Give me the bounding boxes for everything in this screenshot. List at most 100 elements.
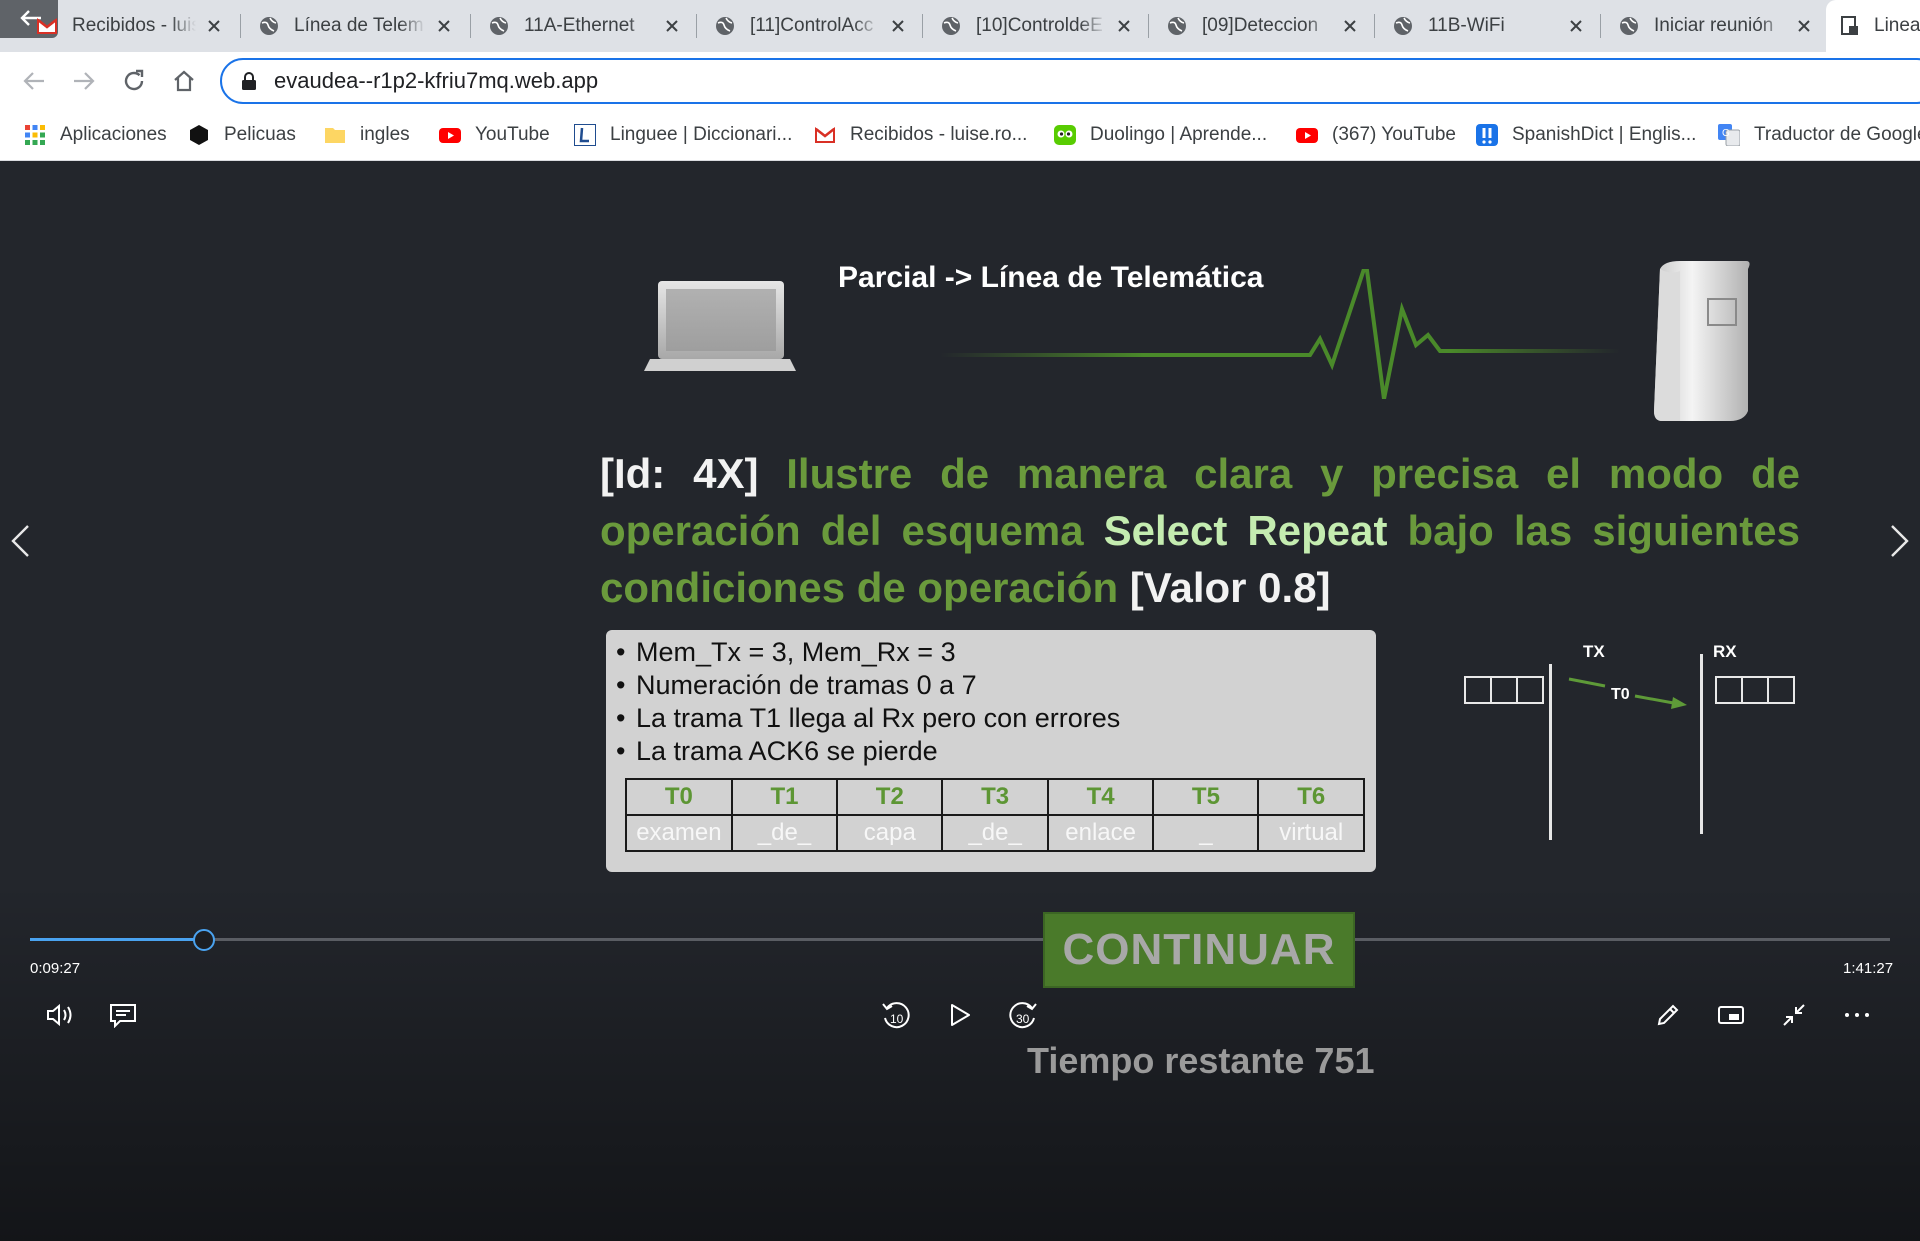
- lock-icon[interactable]: [240, 71, 258, 91]
- forward-button[interactable]: [66, 63, 102, 99]
- tab-control-acceso[interactable]: [11]ControlAcc: [702, 0, 920, 52]
- rewind-10-icon: 10: [882, 1002, 910, 1029]
- forward-30-button[interactable]: 30: [1004, 996, 1042, 1034]
- back-button[interactable]: [16, 63, 52, 99]
- close-icon[interactable]: [1794, 16, 1814, 36]
- google-translate-icon: G: [1718, 124, 1740, 146]
- globe-icon: [260, 17, 278, 35]
- edit-button[interactable]: [1649, 996, 1687, 1034]
- miniplayer-button[interactable]: [1712, 996, 1750, 1034]
- bookmark-label: Pelicuas: [224, 124, 296, 145]
- seek-bar[interactable]: [30, 938, 1890, 941]
- frame-value: virtual: [1257, 814, 1365, 852]
- bookmark-linguee[interactable]: Linguee | Diccionari...: [574, 110, 792, 160]
- server-icon: [1654, 261, 1750, 421]
- tab-deteccion[interactable]: [09]Deteccion: [1154, 0, 1372, 52]
- frame-header: T3: [941, 778, 1049, 816]
- laptop-icon: [644, 281, 796, 371]
- frame-value: _de_: [730, 814, 839, 852]
- close-icon[interactable]: [888, 16, 908, 36]
- controls-shade: [0, 881, 1920, 1241]
- frame-header: T6: [1257, 778, 1365, 816]
- bookmark-label: Linguee | Diccionari...: [610, 124, 793, 145]
- folder-icon: [325, 128, 345, 143]
- bookmark-pelicuas[interactable]: Pelicuas: [188, 110, 296, 160]
- frames-value-row: examen _de_ capa _de_ enlace _ virtual: [625, 814, 1365, 852]
- linguee-icon: [574, 124, 596, 146]
- exit-fullscreen-button[interactable]: [1775, 996, 1813, 1034]
- tab-strip: Recibidos - luis Línea de Telem 11A-Ethe…: [0, 0, 1920, 52]
- bookmark-youtube[interactable]: YouTube: [439, 110, 550, 160]
- volume-button[interactable]: [41, 996, 79, 1034]
- bookmark-duolingo[interactable]: Duolingo | Aprende...: [1054, 110, 1267, 160]
- seek-bar-thumb[interactable]: [193, 929, 215, 951]
- close-icon[interactable]: [662, 16, 682, 36]
- chevron-left-icon[interactable]: [8, 523, 34, 559]
- tab-control-errores[interactable]: [10]ControldeE: [928, 0, 1146, 52]
- continue-button[interactable]: CONTINUAR: [1043, 912, 1355, 988]
- tab-linea-telematica[interactable]: Línea de Telem: [246, 0, 466, 52]
- url-text[interactable]: evaudea--r1p2-kfriu7mq.web.app: [274, 68, 598, 94]
- frame-value: enlace: [1046, 814, 1155, 852]
- close-icon[interactable]: [1566, 16, 1586, 36]
- home-icon: [174, 70, 194, 92]
- more-options-button[interactable]: [1838, 996, 1876, 1034]
- tab-title: 11B-WiFi: [1428, 15, 1505, 36]
- frame-header: T4: [1046, 778, 1155, 816]
- spanishdict-icon: [1476, 124, 1498, 146]
- globe-icon: [716, 17, 734, 35]
- close-icon[interactable]: [1114, 16, 1134, 36]
- tab-title: [11]ControlAcc: [750, 15, 874, 36]
- bookmark-google-translate[interactable]: G Traductor de Google: [1718, 110, 1920, 160]
- duolingo-icon: [1054, 125, 1076, 145]
- rewind-10-button[interactable]: 10: [877, 996, 915, 1034]
- rx-label: RX: [1713, 642, 1737, 661]
- browser-toolbar: evaudea--r1p2-kfriu7mq.web.app: [0, 52, 1920, 110]
- globe-icon: [942, 17, 960, 35]
- remaining-time-label: Tiempo restante 751: [1027, 1040, 1375, 1081]
- address-bar[interactable]: evaudea--r1p2-kfriu7mq.web.app: [220, 58, 1920, 104]
- frame-header: T2: [836, 778, 944, 816]
- bookmark-ingles[interactable]: ingles: [324, 110, 410, 160]
- apps-grid-icon: [25, 125, 45, 145]
- tab-11b-wifi[interactable]: 11B-WiFi: [1380, 0, 1598, 52]
- tab-gmail[interactable]: Recibidos - luis: [24, 0, 236, 52]
- conditions-panel: Mem_Tx = 3, Mem_Rx = 3 Numeración de tra…: [606, 630, 1376, 872]
- current-time: 0:09:27: [30, 960, 81, 977]
- tab-11a-ethernet[interactable]: 11A-Ethernet: [476, 0, 694, 52]
- tx-label: TX: [1583, 642, 1605, 661]
- captions-icon: [110, 1004, 136, 1028]
- arrow-left-icon: [23, 72, 44, 90]
- video-player[interactable]: Parcial -> Línea de Telemática [Id: 4X] …: [0, 161, 1920, 1241]
- bookmark-label: Aplicaciones: [60, 124, 167, 145]
- close-icon[interactable]: [204, 16, 224, 36]
- question-text: [Id: 4X] Ilustre de manera clara y preci…: [600, 445, 1800, 616]
- bookmark-spanishdict[interactable]: SpanishDict | Englis...: [1476, 110, 1696, 160]
- frames-header-row: T0 T1 T2 T3 T4 T5 T6: [625, 778, 1365, 816]
- tab-title: Iniciar reunión: [1654, 15, 1774, 36]
- home-button[interactable]: [166, 63, 202, 99]
- question-value: [Valor 0.8]: [1129, 564, 1331, 611]
- play-button[interactable]: [941, 996, 979, 1034]
- play-icon: [951, 1004, 970, 1026]
- bookmark-aplicaciones[interactable]: Aplicaciones: [24, 110, 167, 160]
- hexagon-icon: [190, 125, 208, 145]
- chevron-right-icon[interactable]: [1886, 523, 1912, 559]
- condition-item: Mem_Tx = 3, Mem_Rx = 3: [616, 636, 1120, 669]
- conditions-list: Mem_Tx = 3, Mem_Rx = 3 Numeración de tra…: [616, 636, 1120, 768]
- close-icon[interactable]: [434, 16, 454, 36]
- youtube-icon: [1296, 128, 1318, 143]
- reload-button[interactable]: [116, 63, 152, 99]
- captions-button[interactable]: [104, 996, 142, 1034]
- speaker-icon: [47, 1003, 72, 1027]
- globe-icon: [1394, 17, 1412, 35]
- close-icon[interactable]: [1340, 16, 1360, 36]
- bookmark-gmail[interactable]: Recibidos - luise.ro...: [814, 110, 1027, 160]
- tab-linea-active[interactable]: Linea: [1826, 0, 1920, 52]
- bookmark-label: Traductor de Google: [1754, 124, 1920, 145]
- tab-iniciar-reunion[interactable]: Iniciar reunión: [1606, 0, 1826, 52]
- gmail-icon: [815, 126, 835, 143]
- bookmark-youtube-367[interactable]: (367) YouTube: [1296, 110, 1456, 160]
- forward-30-icon: 30: [1009, 1002, 1037, 1029]
- svg-text:30: 30: [1016, 1012, 1030, 1026]
